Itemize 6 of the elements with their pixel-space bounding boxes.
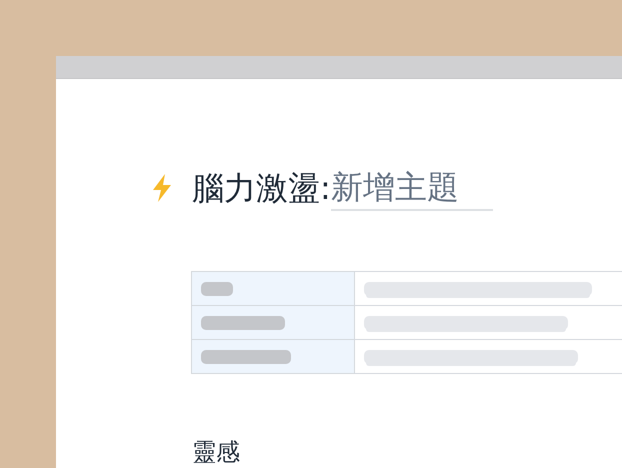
lightning-icon [150, 173, 174, 203]
section-heading: 靈感 [192, 437, 241, 468]
placeholder-bar [201, 282, 233, 296]
page-title: 腦力激盪 [192, 168, 320, 209]
topic-input-field[interactable]: 新增主題 [330, 165, 493, 211]
title-separator: : [320, 168, 331, 209]
